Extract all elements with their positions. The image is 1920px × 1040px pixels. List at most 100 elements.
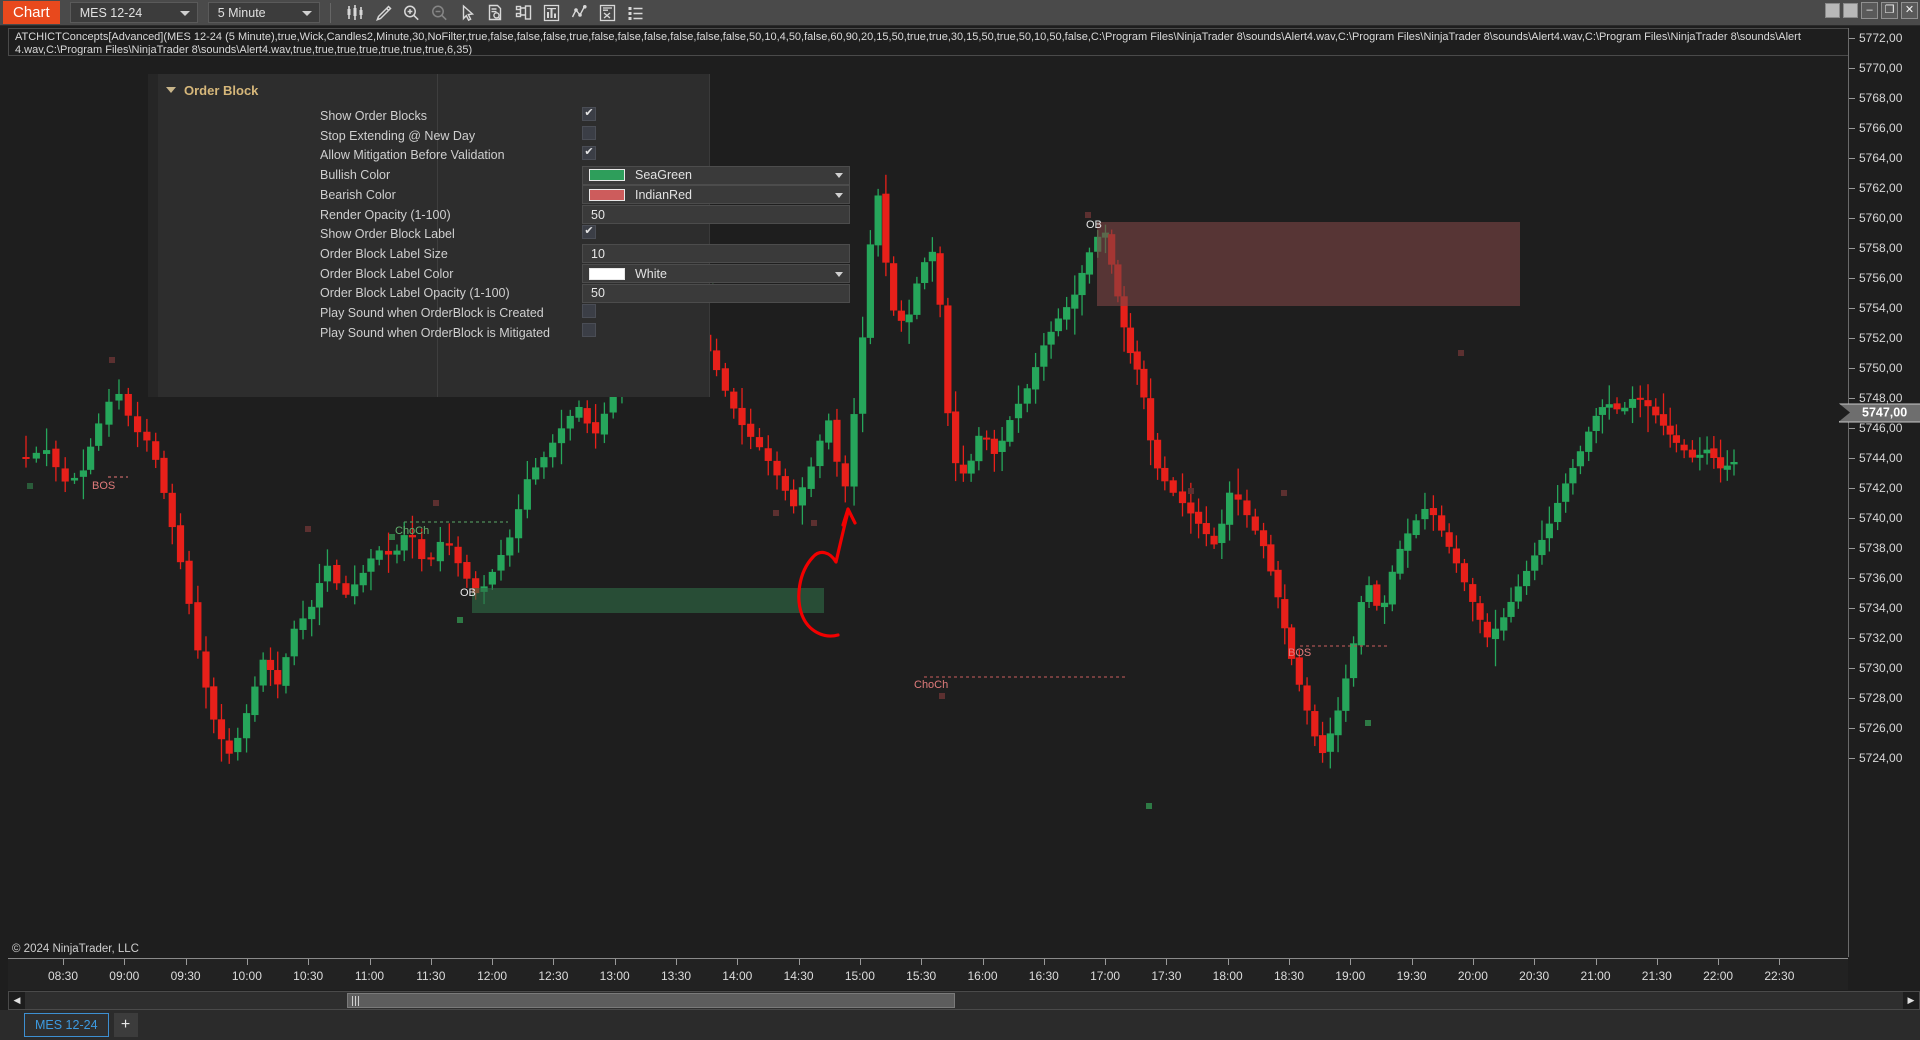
price-axis[interactable]: 5772,00 5770,00 5768,00 5766,00 5764,00 5762,… [1839, 28, 1920, 957]
zoom-in-icon[interactable] [398, 1, 425, 24]
setting-label: Order Block Label Color [320, 266, 454, 281]
time-tick-mark [1227, 959, 1229, 965]
price-tick-label: 5740,00 [1859, 511, 1903, 525]
indicator-parameter-bar[interactable]: ATCHICTConcepts[Advanced](MES 12-24 (5 M… [8, 28, 1910, 56]
price-tick-mark [1849, 638, 1855, 639]
price-tick-mark [1849, 608, 1855, 609]
properties-list-icon[interactable] [622, 1, 649, 24]
price-tick-label: 5762,00 [1859, 181, 1903, 195]
chevron-down-icon[interactable] [835, 192, 843, 198]
current-price-marker: 5747,00 [1839, 403, 1920, 423]
setting-field[interactable] [582, 126, 850, 145]
scroll-right-arrow-icon[interactable]: ▶ [1903, 992, 1919, 1009]
bar-type-icon[interactable] [342, 1, 369, 24]
setting-field[interactable]: White [582, 264, 850, 284]
time-tick-label: 08:30 [47, 969, 79, 983]
time-tick-mark [492, 959, 494, 965]
setting-label: Play Sound when OrderBlock is Created [320, 306, 544, 320]
time-tick-label: 22:30 [1764, 969, 1795, 983]
indicators-icon[interactable] [538, 1, 565, 24]
cursor-pointer-icon[interactable] [454, 1, 481, 24]
color-dropdown[interactable]: IndianRed [582, 185, 850, 205]
data-series-icon[interactable] [482, 1, 509, 24]
time-tick-mark [921, 959, 923, 965]
panel-header[interactable]: Order Block [158, 80, 258, 100]
setting-field[interactable]: 10 [582, 244, 850, 264]
chevron-down-icon[interactable] [166, 87, 176, 93]
time-tick-mark [1595, 959, 1597, 965]
checkbox-unchecked-icon[interactable] [582, 303, 596, 318]
close-button[interactable]: ✕ [1901, 2, 1918, 19]
checkbox-checked-icon[interactable]: ✔ [582, 224, 596, 239]
time-tick-label: 19:00 [1335, 969, 1366, 983]
setting-field[interactable] [582, 323, 850, 342]
chevron-down-icon[interactable] [835, 173, 843, 179]
interval-value: 5 Minute [217, 5, 266, 20]
price-tick-mark [1849, 188, 1855, 189]
color-name-label: White [635, 266, 667, 281]
setting-label: Order Block Label Size [320, 246, 448, 261]
number-input[interactable]: 10 [582, 244, 850, 264]
checkbox-unchecked-icon[interactable] [582, 323, 596, 338]
chart-trader-icon[interactable] [594, 1, 621, 24]
setting-field[interactable] [582, 303, 850, 323]
instrument-selector[interactable]: MES 12-24 [69, 2, 198, 23]
time-tick-label: 20:30 [1519, 969, 1550, 983]
time-tick-mark [124, 959, 126, 965]
number-input[interactable]: 50 [582, 283, 850, 303]
price-tick-mark [1849, 68, 1855, 69]
time-tick-label: 11:00 [354, 969, 385, 983]
chevron-down-icon[interactable] [835, 271, 843, 277]
price-tick-label: 5730,00 [1859, 661, 1903, 675]
time-tick-mark [737, 959, 739, 965]
price-tick-mark [1849, 308, 1855, 309]
zoom-out-icon[interactable] [426, 1, 453, 24]
setting-field[interactable]: ✔ [582, 145, 850, 165]
window-placeholder-1 [1825, 3, 1840, 18]
time-tick-label: 15:30 [906, 969, 937, 983]
checkbox-unchecked-icon[interactable] [582, 126, 596, 141]
checkbox-checked-icon[interactable]: ✔ [582, 145, 596, 160]
chart-template-icon[interactable] [510, 1, 537, 24]
restore-button[interactable]: ❐ [1881, 2, 1898, 19]
scrollbar-thumb[interactable] [347, 993, 955, 1008]
time-tick-mark [1779, 959, 1781, 965]
setting-field[interactable]: ✔ [582, 224, 850, 244]
horizontal-scrollbar[interactable]: ◀ ▶ [8, 991, 1920, 1010]
time-tick-mark [1350, 959, 1352, 965]
main-toolbar: Chart MES 12-24 5 Minute – ❐ ✕ [0, 0, 1920, 26]
add-tab-button[interactable]: + [113, 1013, 138, 1037]
setting-field[interactable]: ✔ [582, 106, 850, 126]
price-tick-label: 5724,00 [1859, 751, 1903, 765]
setting-field[interactable]: 50 [582, 205, 850, 224]
chart-menu-button[interactable]: Chart [3, 1, 60, 24]
setting-field[interactable]: 50 [582, 283, 850, 303]
drawing-tools-icon[interactable] [370, 1, 397, 24]
scroll-left-arrow-icon[interactable]: ◀ [9, 992, 25, 1009]
time-tick-mark [1289, 959, 1290, 965]
price-tick-mark [1849, 248, 1855, 249]
price-tick-mark [1849, 548, 1855, 549]
toolbar-divider [329, 2, 331, 23]
window-placeholder-2 [1843, 3, 1858, 18]
time-tick-label: 18:30 [1273, 969, 1305, 983]
number-input[interactable]: 50 [582, 205, 850, 224]
price-tick-label: 5768,00 [1859, 91, 1903, 105]
price-tick-label: 5736,00 [1859, 571, 1903, 585]
color-dropdown[interactable]: SeaGreen [582, 165, 850, 185]
strategies-icon[interactable] [566, 1, 593, 24]
setting-field[interactable]: IndianRed [582, 185, 850, 205]
setting-field[interactable]: SeaGreen [582, 165, 850, 185]
chevron-down-icon [301, 10, 312, 16]
tab-mes-12-24[interactable]: MES 12-24 [24, 1013, 109, 1037]
interval-selector[interactable]: 5 Minute [207, 2, 320, 23]
checkbox-checked-icon[interactable]: ✔ [582, 106, 596, 121]
price-marker-arrow-icon [1839, 403, 1850, 422]
time-tick-mark [308, 959, 310, 965]
time-tick-mark [369, 959, 371, 965]
time-tick-mark [63, 959, 64, 965]
color-swatch [589, 188, 625, 201]
color-dropdown[interactable]: White [582, 264, 850, 284]
time-axis[interactable]: 08:30 09:00 09:30 10:00 10:30 11:00 11:30 12:00… [8, 958, 1848, 990]
minimize-button[interactable]: – [1861, 2, 1878, 19]
